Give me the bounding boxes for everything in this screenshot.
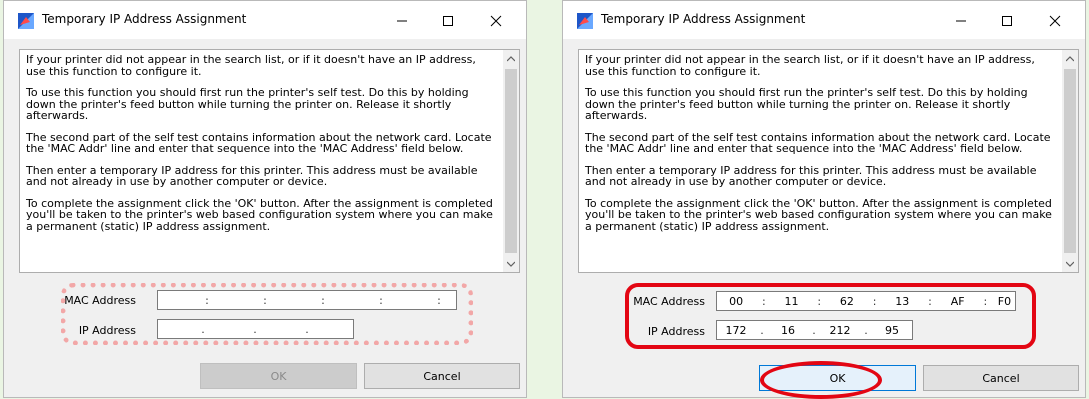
instructions-paragraph: Then enter a temporary IP address for th… xyxy=(585,163,1037,188)
dialog-empty: Temporary IP Address Assignment If your … xyxy=(3,0,527,398)
scroll-up-arrow-icon xyxy=(1066,55,1074,61)
window-title: Temporary IP Address Assignment xyxy=(42,12,247,26)
instructions-text-box[interactable]: If your printer did not appear in the se… xyxy=(19,49,520,273)
instructions-paragraph: To use this function you should first ru… xyxy=(585,86,1028,122)
close-icon xyxy=(490,15,502,27)
scroll-up-arrow-icon xyxy=(507,55,515,61)
scroll-down-arrow-icon xyxy=(1066,261,1074,267)
instructions-paragraph: The second part of the self test contain… xyxy=(585,130,1051,155)
scroll-up-button[interactable] xyxy=(1062,50,1078,67)
scrollbar-thumb[interactable] xyxy=(505,69,517,253)
instructions-text-box[interactable]: If your printer did not appear in the se… xyxy=(578,49,1079,273)
red-highlight-frame xyxy=(625,283,1036,349)
maximize-icon xyxy=(443,16,453,26)
title-bar[interactable]: Temporary IP Address Assignment xyxy=(4,1,526,39)
minimize-button[interactable] xyxy=(380,7,424,35)
scroll-down-button[interactable] xyxy=(503,255,519,272)
printer-network-app-icon xyxy=(18,13,34,29)
scrollbar-thumb[interactable] xyxy=(1064,69,1076,253)
instructions-paragraph: Then enter a temporary IP address for th… xyxy=(26,163,478,188)
scroll-up-button[interactable] xyxy=(503,50,519,67)
scroll-down-button[interactable] xyxy=(1062,255,1078,272)
vertical-scrollbar[interactable] xyxy=(1062,50,1078,272)
maximize-button[interactable] xyxy=(426,7,470,35)
minimize-icon xyxy=(956,20,966,22)
dotted-highlight-frame xyxy=(61,283,473,345)
instructions-text: If your printer did not appear in the se… xyxy=(585,54,1055,242)
cancel-button[interactable]: Cancel xyxy=(923,365,1079,391)
ok-button-highlight-circle xyxy=(760,361,882,399)
minimize-button[interactable] xyxy=(939,7,983,35)
instructions-paragraph: To complete the assignment click the 'OK… xyxy=(585,196,1052,233)
instructions-paragraph: If your printer did not appear in the se… xyxy=(585,53,1035,78)
scroll-down-arrow-icon xyxy=(507,261,515,267)
title-bar[interactable]: Temporary IP Address Assignment xyxy=(563,1,1085,39)
instructions-paragraph: If your printer did not appear in the se… xyxy=(26,53,476,78)
close-button[interactable] xyxy=(1033,7,1077,35)
maximize-button[interactable] xyxy=(985,7,1029,35)
dialog-filled: Temporary IP Address Assignment If your … xyxy=(562,0,1086,399)
instructions-paragraph: To complete the assignment click the 'OK… xyxy=(26,196,493,233)
close-button[interactable] xyxy=(474,7,518,35)
maximize-icon xyxy=(1002,16,1012,26)
window-title: Temporary IP Address Assignment xyxy=(601,12,806,26)
close-icon xyxy=(1049,15,1061,27)
ok-button[interactable]: OK xyxy=(200,363,357,389)
cancel-button[interactable]: Cancel xyxy=(364,363,520,389)
printer-network-app-icon xyxy=(577,13,593,29)
vertical-scrollbar[interactable] xyxy=(503,50,519,272)
instructions-text: If your printer did not appear in the se… xyxy=(26,54,496,242)
instructions-paragraph: To use this function you should first ru… xyxy=(26,86,469,122)
minimize-icon xyxy=(397,20,407,22)
instructions-paragraph: The second part of the self test contain… xyxy=(26,130,492,155)
